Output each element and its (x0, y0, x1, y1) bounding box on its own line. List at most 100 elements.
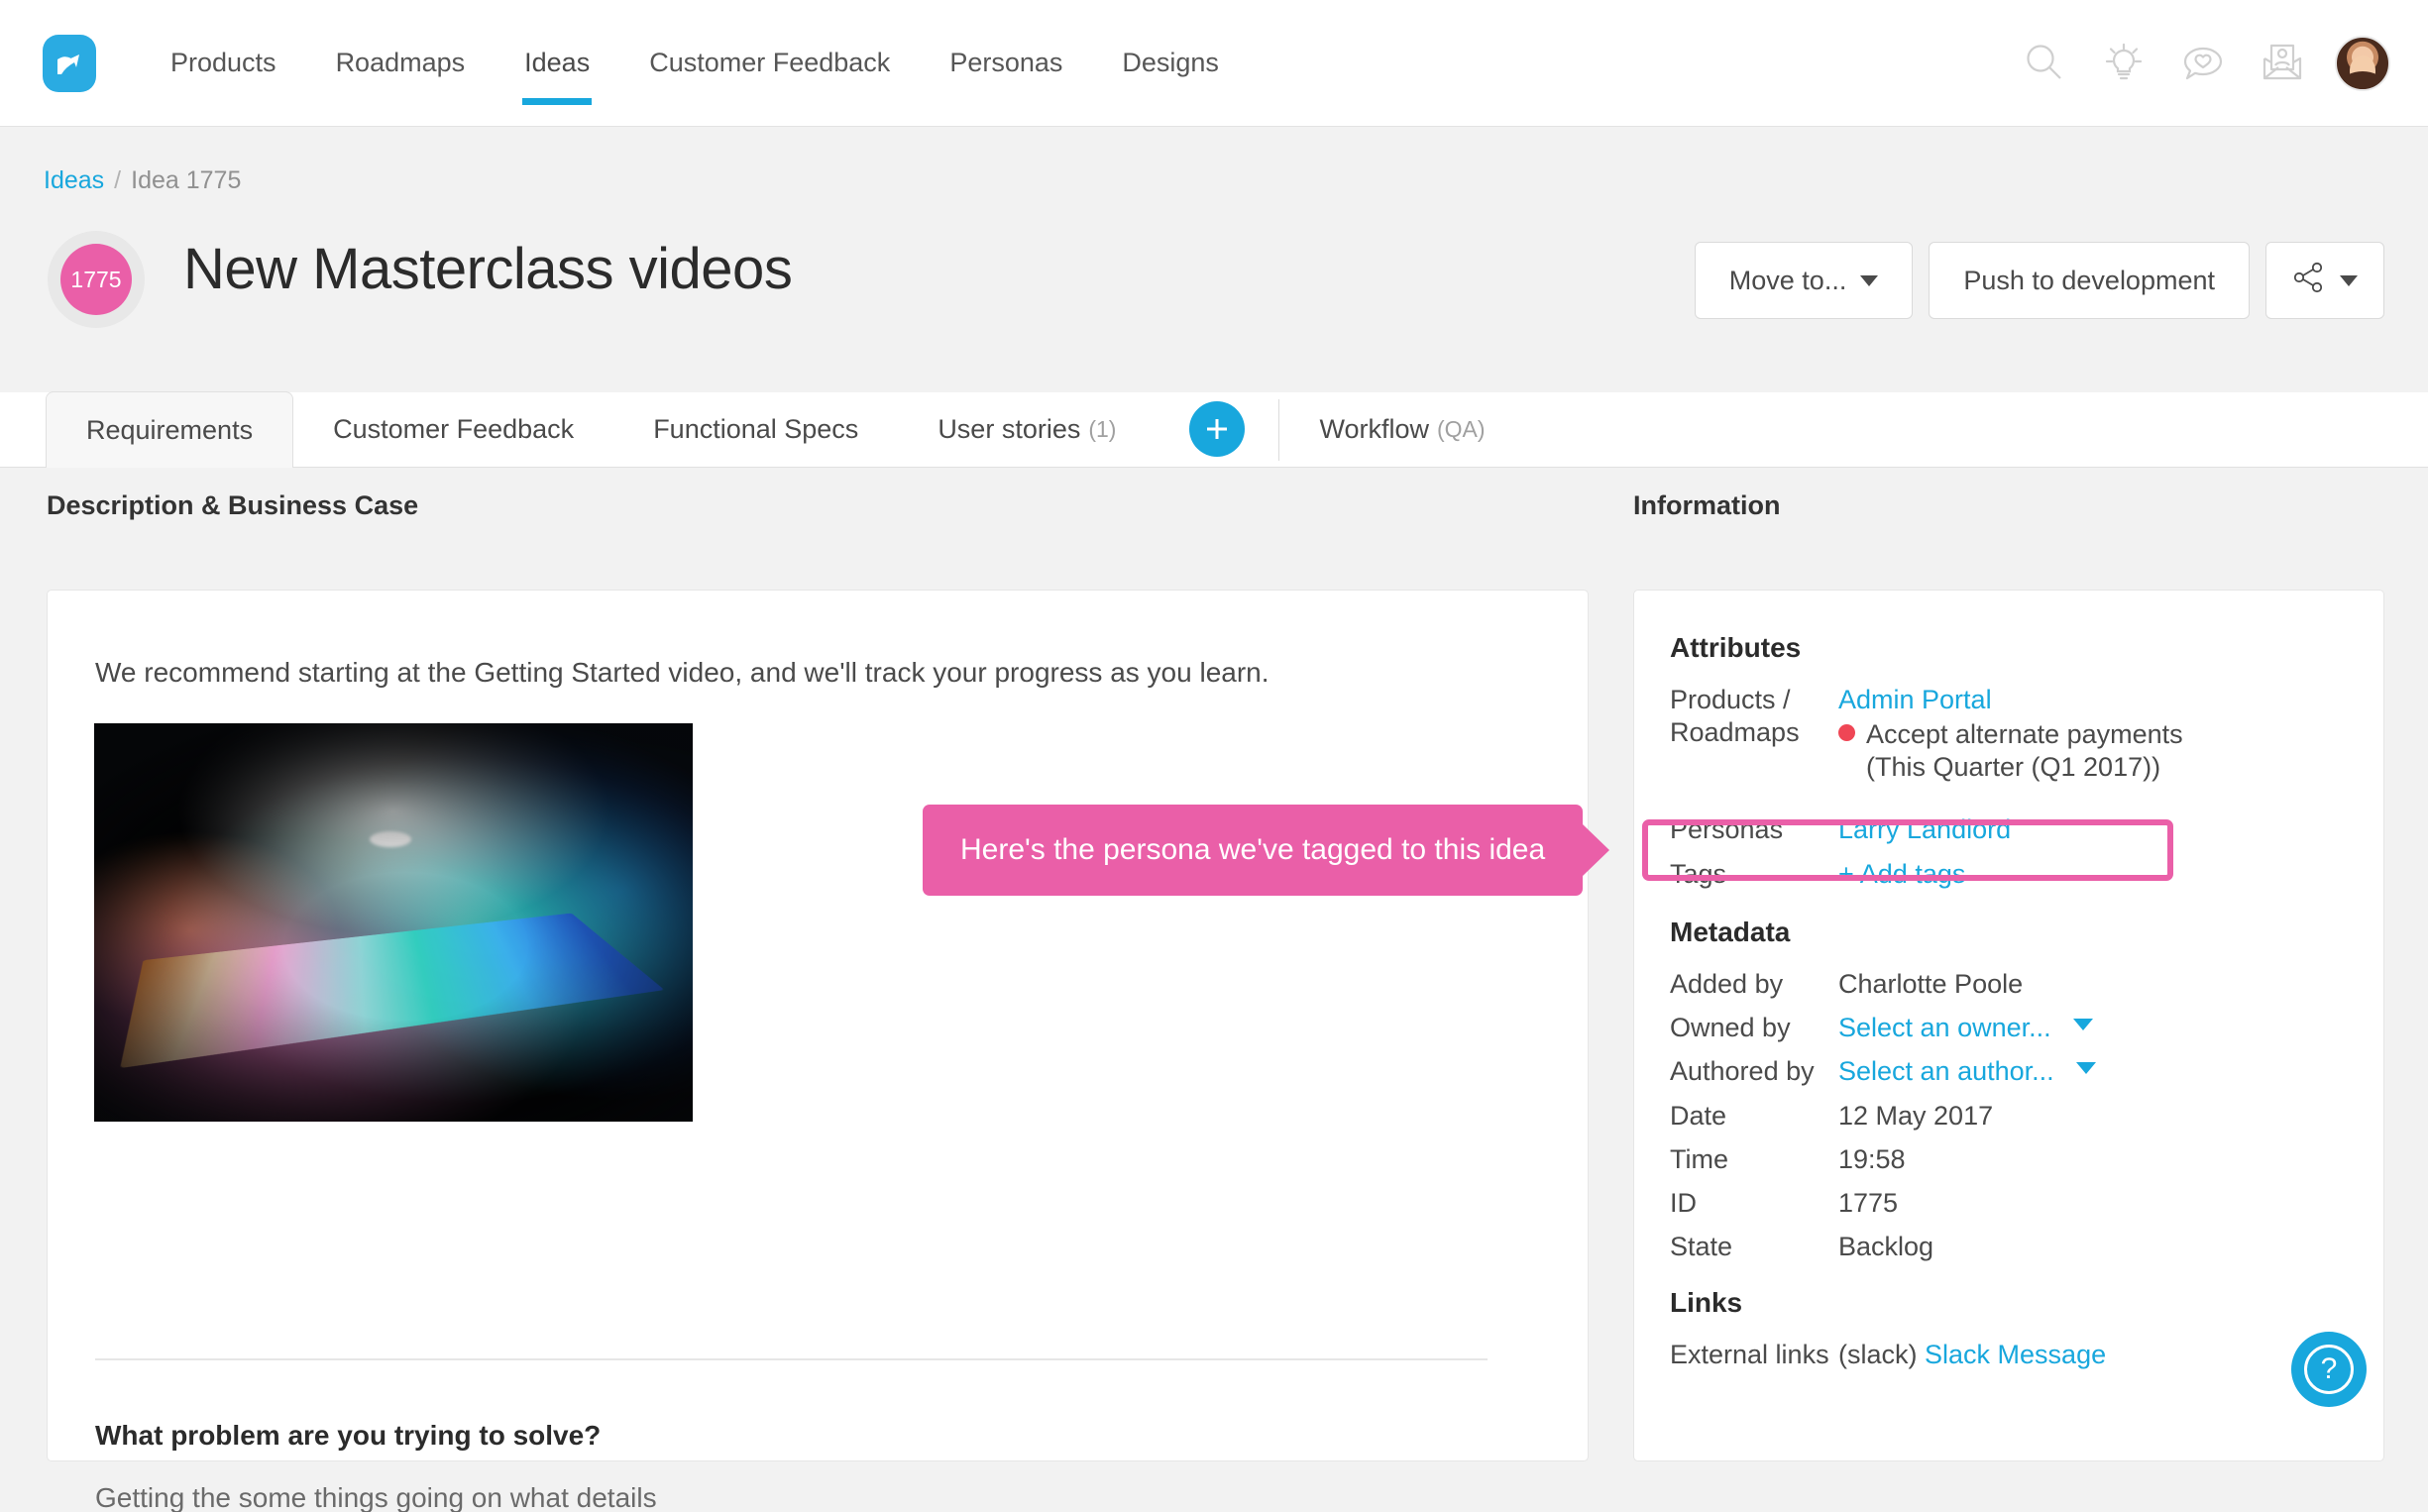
information-card: Attributes Products / Roadmaps Admin Por… (1633, 590, 2384, 1461)
author-select-value[interactable]: Select an author... (1838, 1056, 2054, 1086)
description-paragraph: We recommend starting at the Getting Sta… (95, 657, 1269, 688)
nav-item-products[interactable]: Products (141, 0, 306, 127)
metadata-group-title: Metadata (1670, 917, 1791, 948)
chevron-down-icon[interactable] (2075, 1062, 2096, 1075)
nav-item-roadmaps[interactable]: Roadmaps (306, 0, 496, 127)
top-navigation-bar: Products Roadmaps Ideas Customer Feedbac… (0, 0, 2428, 127)
persona-link-larry-landlord[interactable]: Larry Landlord (1838, 813, 2011, 846)
persona-callout-tooltip: Here's the persona we've tagged to this … (923, 805, 1584, 896)
description-section-title: Description & Business Case (47, 490, 419, 520)
product-link-admin-portal[interactable]: Admin Portal (1838, 684, 2183, 716)
personas-label: Personas (1670, 813, 1784, 844)
content-divider (95, 1358, 1488, 1360)
metadata-label: ID (1670, 1188, 1697, 1219)
metadata-row-time: Time 19:58 (1670, 1143, 2354, 1176)
tab-user-stories[interactable]: User stories (1) (898, 391, 1156, 467)
nav-label: Designs (1122, 48, 1219, 77)
metadata-row-id: ID 1775 (1670, 1187, 2354, 1220)
status-badge: Backlog (1838, 1232, 1934, 1262)
products-roadmaps-label: Products / Roadmaps (1670, 684, 1838, 749)
metadata-value-date: 12 May 2017 (1838, 1100, 1994, 1131)
external-link-entry: (slack) Slack Message (1838, 1339, 2106, 1371)
information-section-title: Information (1633, 490, 1781, 520)
lightbulb-icon[interactable] (2097, 37, 2151, 90)
nav-label: Ideas (524, 48, 591, 77)
move-to-label: Move to... (1728, 265, 1847, 295)
push-to-development-label: Push to development (1963, 265, 2215, 295)
add-tab-button[interactable] (1189, 401, 1246, 457)
workflow-state: (QA) (1437, 415, 1486, 442)
chat-heart-icon[interactable] (2176, 37, 2230, 90)
problem-answer-clipped: Getting the some things going on what de… (95, 1482, 657, 1512)
push-to-development-button[interactable]: Push to development (1929, 242, 2250, 319)
owner-select[interactable]: Select an owner... (1838, 1012, 2093, 1044)
metadata-label: Added by (1670, 969, 1784, 1000)
tab-label: Customer Feedback (333, 413, 575, 444)
nav-item-designs[interactable]: Designs (1092, 0, 1249, 127)
idea-id-badge-wrapper: 1775 (48, 231, 145, 328)
roadmap-entry: Accept alternate payments (1838, 718, 2183, 751)
nav-item-personas[interactable]: Personas (920, 0, 1092, 127)
avatar[interactable] (2335, 35, 2390, 91)
roadmaps-label: Roadmaps (1670, 717, 1800, 748)
roadmap-timeframe: (This Quarter (Q1 2017)) (1866, 752, 2161, 783)
tab-customer-feedback[interactable]: Customer Feedback (293, 391, 613, 467)
move-to-button[interactable]: Move to... (1694, 242, 1914, 319)
chevron-down-icon (2340, 274, 2358, 286)
tab-label: Functional Specs (653, 413, 859, 444)
help-button[interactable]: ? (2291, 1332, 2367, 1407)
roadmap-status-dot-icon (1838, 724, 1855, 742)
products-label: Products / (1670, 685, 1791, 714)
workflow-label: Workflow (1319, 413, 1429, 444)
owner-select-value[interactable]: Select an owner... (1838, 1013, 2051, 1042)
callout-text: Here's the persona we've tagged to this … (960, 833, 1546, 866)
photo-vignette (94, 723, 693, 1122)
idea-id-badge: 1775 (60, 244, 132, 315)
metadata-label: Date (1670, 1100, 1727, 1131)
metadata-label: Owned by (1670, 1013, 1791, 1043)
macbook-rainbow-glow-photo (94, 723, 693, 1122)
personas-row: Personas Larry Landlord (1670, 813, 2354, 846)
external-links-row: External links (slack) Slack Message (1670, 1339, 2354, 1371)
nav-label: Personas (949, 48, 1063, 77)
chevron-down-icon[interactable] (2072, 1019, 2093, 1031)
problem-question-heading: What problem are you trying to solve? (95, 1420, 602, 1451)
external-link-prefix: (slack) (1838, 1340, 1918, 1370)
external-links-label: External links (1670, 1340, 1829, 1370)
metadata-row-added-by: Added by Charlotte Poole (1670, 968, 2354, 1001)
prodpad-logo-icon[interactable] (43, 34, 96, 92)
share-icon (2292, 261, 2326, 301)
search-icon[interactable] (2018, 37, 2071, 90)
metadata-value-id: 1775 (1838, 1188, 1899, 1219)
tags-label: Tags (1670, 858, 1727, 889)
add-tags-link[interactable]: + Add tags (1838, 858, 1965, 891)
nav-label: Products (170, 48, 276, 77)
nav-item-ideas[interactable]: Ideas (495, 0, 619, 127)
tags-row: Tags + Add tags (1670, 858, 2354, 891)
metadata-row-authored-by: Authored by Select an author... (1670, 1055, 2354, 1088)
nav-label: Customer Feedback (649, 48, 891, 77)
slack-message-link[interactable]: Slack Message (1925, 1340, 2106, 1369)
metadata-value-time: 19:58 (1838, 1143, 1906, 1174)
tab-workflow[interactable]: Workflow (QA) (1279, 391, 1524, 467)
share-button[interactable] (2265, 242, 2384, 319)
tab-label: User stories (938, 413, 1081, 444)
tab-label: Requirements (86, 414, 254, 445)
nav-item-customer-feedback[interactable]: Customer Feedback (619, 0, 920, 127)
author-select[interactable]: Select an author... (1838, 1055, 2096, 1088)
products-roadmaps-row: Products / Roadmaps Admin Portal Accept … (1670, 684, 2354, 785)
description-card: We recommend starting at the Getting Sta… (47, 590, 1589, 1512)
content-tab-bar: Requirements Customer Feedback Functiona… (0, 391, 2428, 468)
tab-requirements[interactable]: Requirements (46, 391, 294, 468)
envelope-contact-icon[interactable] (2256, 37, 2309, 90)
chevron-down-icon (1860, 274, 1879, 286)
links-group-title: Links (1670, 1287, 1743, 1319)
page-title: New Masterclass videos (183, 237, 793, 301)
breadcrumb-ideas-link[interactable]: Ideas (44, 166, 104, 195)
metadata-label: State (1670, 1232, 1733, 1262)
question-mark-icon: ? (2304, 1345, 2354, 1394)
metadata-row-date: Date 12 May 2017 (1670, 1100, 2354, 1133)
tab-count: (1) (1088, 415, 1117, 442)
information-content: Attributes Products / Roadmaps Admin Por… (1670, 632, 2354, 1383)
tab-functional-specs[interactable]: Functional Specs (613, 391, 898, 467)
